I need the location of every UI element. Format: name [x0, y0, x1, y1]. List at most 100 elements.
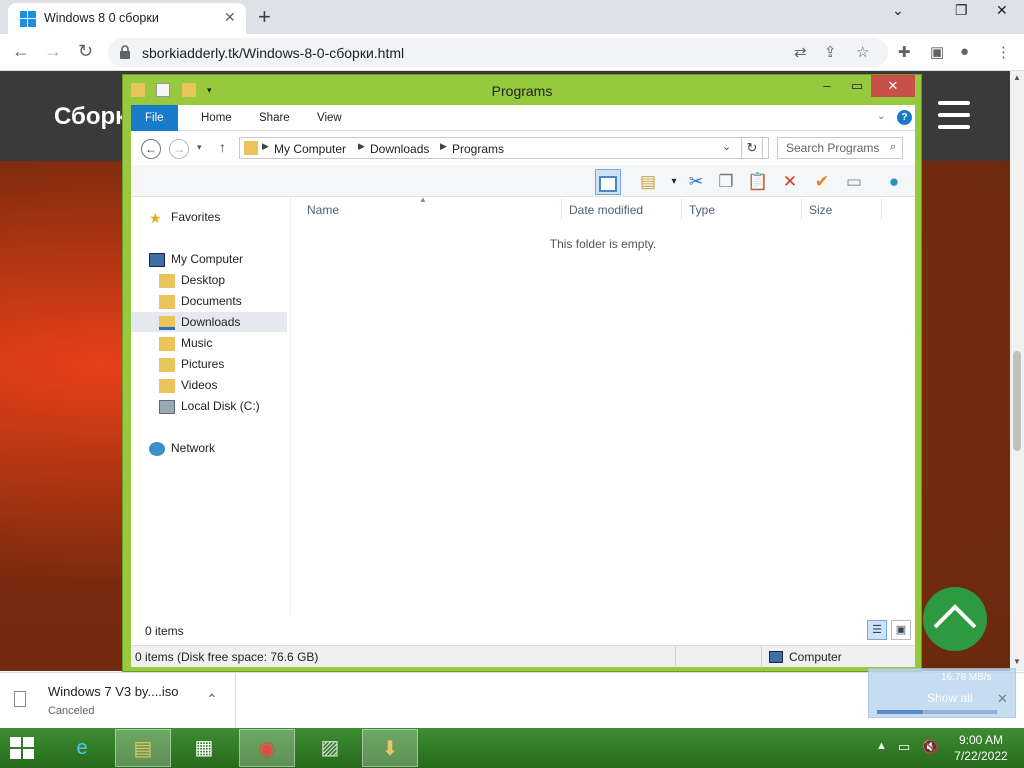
- show-all-link[interactable]: Show all: [927, 691, 972, 705]
- nav-network[interactable]: Network: [149, 438, 305, 458]
- help-icon[interactable]: ?: [897, 110, 912, 125]
- column-size[interactable]: Size: [809, 203, 832, 217]
- nav-my-computer[interactable]: My Computer: [149, 249, 305, 269]
- network-tray-icon[interactable]: ▭: [898, 739, 910, 755]
- browser-toolbar: ← → ↻ sborkiadderly.tk/Windows-8-0-сборк…: [0, 34, 1024, 71]
- breadcrumb-my-computer[interactable]: My Computer: [274, 142, 346, 156]
- check-rename-icon[interactable]: ✔: [809, 169, 835, 195]
- breadcrumb-separator-icon[interactable]: ▶: [262, 141, 269, 152]
- scroll-to-top-button[interactable]: [923, 587, 987, 651]
- share-icon[interactable]: ⇪: [824, 43, 837, 61]
- tab-home[interactable]: Home: [187, 105, 246, 131]
- browser-tab[interactable]: Windows 8 0 сборки ✕: [8, 3, 246, 34]
- minimize-button[interactable]: ‒: [813, 75, 841, 97]
- breadcrumb[interactable]: ▶ My Computer ▶ Downloads ▶ Programs ⌄: [239, 137, 769, 159]
- delete-icon[interactable]: ✕: [777, 169, 803, 195]
- scrollbar-thumb[interactable]: [1013, 351, 1021, 451]
- rename-field-icon[interactable]: ▭: [841, 169, 867, 195]
- file-list[interactable]: ▲ Name Date modified Type Size This fold…: [291, 195, 915, 615]
- close-button[interactable]: ✕: [871, 75, 915, 97]
- nav-favorites[interactable]: ★ Favorites: [149, 207, 305, 227]
- translate-icon[interactable]: ⇄: [794, 43, 807, 61]
- system-clock[interactable]: 9:00 AM 7/22/2022: [948, 732, 1014, 764]
- explorer-titlebar[interactable]: ▾ Programs ‒ ▭ ✕: [123, 75, 921, 105]
- up-arrow-icon[interactable]: ↑: [219, 139, 226, 155]
- large-icons-view-icon[interactable]: ▣: [891, 620, 911, 640]
- breadcrumb-separator-icon[interactable]: ▶: [358, 141, 365, 152]
- restore-window-button[interactable]: ❐: [955, 2, 968, 19]
- back-arrow-icon[interactable]: ←: [12, 41, 30, 62]
- store-icon[interactable]: ▦: [176, 729, 232, 767]
- tab-file[interactable]: File: [131, 105, 178, 131]
- hamburger-menu-icon[interactable]: [938, 101, 970, 137]
- tray-expand-icon[interactable]: ▲: [876, 740, 887, 752]
- tab-view[interactable]: View: [303, 105, 356, 131]
- download-file-name: Windows 7 V3 by....iso: [48, 684, 179, 699]
- maximize-button[interactable]: ▭: [843, 75, 871, 97]
- installer-icon[interactable]: ⬇: [362, 729, 418, 767]
- preview-pane-icon[interactable]: [595, 169, 621, 195]
- column-divider[interactable]: [801, 199, 802, 219]
- tab-search-icon[interactable]: ⌄: [892, 2, 904, 19]
- nav-desktop-label: Desktop: [181, 273, 226, 287]
- ribbon-expand-icon[interactable]: ⌄: [877, 111, 885, 122]
- chevron-up-icon[interactable]: ⌃: [206, 691, 218, 708]
- file-explorer-icon[interactable]: ▤: [115, 729, 171, 767]
- reload-icon[interactable]: ↻: [78, 41, 93, 62]
- side-panel-icon[interactable]: ▣: [930, 43, 944, 61]
- details-view-icon[interactable]: ☰: [867, 620, 887, 640]
- back-button[interactable]: ←: [141, 139, 161, 159]
- address-bar[interactable]: sborkiadderly.tk/Windows-8-0-сборки.html…: [108, 38, 888, 67]
- tab-close-icon[interactable]: ✕: [224, 9, 236, 26]
- download-status: Canceled: [48, 705, 95, 717]
- column-divider[interactable]: [881, 199, 882, 219]
- taskbar: e ▤ ▦ ◉ ▨ ⬇ ▲ ▭ 🔇 9:00 AM 7/22/2022: [0, 728, 1024, 768]
- column-date-modified[interactable]: Date modified: [569, 203, 643, 217]
- forward-button[interactable]: →: [169, 139, 189, 159]
- extensions-puzzle-icon[interactable]: ✚: [898, 43, 911, 61]
- address-dropdown-icon[interactable]: ⌄: [722, 140, 731, 153]
- folder-icon: [159, 294, 175, 309]
- internet-explorer-icon[interactable]: e: [54, 729, 110, 767]
- new-tab-button[interactable]: +: [258, 4, 271, 30]
- forward-arrow-icon[interactable]: →: [44, 41, 62, 62]
- windows-start-icon[interactable]: [10, 737, 36, 759]
- close-icon[interactable]: ✕: [997, 691, 1008, 707]
- column-divider[interactable]: [681, 199, 682, 219]
- nav-downloads[interactable]: Downloads: [131, 312, 287, 332]
- download-speed-overlay[interactable]: 16.78 MB/s Show all ✕: [868, 668, 1016, 718]
- folder-icon: [159, 357, 175, 372]
- profile-avatar-icon[interactable]: ●: [960, 43, 969, 60]
- nav-network-label: Network: [171, 441, 216, 455]
- chrome-icon[interactable]: ◉: [239, 729, 295, 767]
- ribbon-tabs: File Home Share View ⌄ ?: [131, 105, 915, 131]
- recent-locations-icon[interactable]: ▾: [197, 142, 202, 153]
- properties-folder-icon[interactable]: ▤: [635, 169, 661, 195]
- column-name[interactable]: Name: [307, 203, 339, 217]
- nav-documents-label: Documents: [181, 294, 242, 308]
- network-globe-icon[interactable]: ●: [881, 169, 907, 195]
- scroll-down-icon[interactable]: ▼: [1013, 657, 1021, 666]
- site-title[interactable]: Сборк: [54, 103, 127, 131]
- copy-icon[interactable]: ❐: [713, 169, 739, 195]
- download-item[interactable]: Windows 7 V3 by....iso Canceled ⌃: [0, 673, 236, 729]
- nav-videos-label: Videos: [181, 378, 218, 392]
- volume-muted-icon[interactable]: 🔇: [922, 739, 938, 755]
- column-type[interactable]: Type: [689, 203, 715, 217]
- page-scrollbar[interactable]: ▲ ▼: [1010, 71, 1024, 671]
- bookmark-star-icon[interactable]: ☆: [856, 43, 869, 61]
- task-manager-icon[interactable]: ▨: [302, 729, 358, 767]
- close-window-button[interactable]: ✕: [996, 2, 1008, 19]
- tab-share[interactable]: Share: [245, 105, 304, 131]
- scroll-up-icon[interactable]: ▲: [1013, 73, 1021, 82]
- breadcrumb-separator-icon[interactable]: ▶: [440, 141, 447, 152]
- cut-icon[interactable]: ✂: [683, 169, 709, 195]
- search-input[interactable]: Search Programs ⌕: [777, 137, 903, 159]
- menu-kebab-icon[interactable]: ⋮: [996, 43, 1011, 61]
- breadcrumb-downloads[interactable]: Downloads: [370, 142, 429, 156]
- search-icon: ⌕: [889, 141, 896, 153]
- column-divider[interactable]: [561, 199, 562, 219]
- paste-icon[interactable]: 📋: [745, 169, 771, 195]
- breadcrumb-programs[interactable]: Programs: [452, 142, 504, 156]
- refresh-icon[interactable]: ↻: [741, 137, 763, 159]
